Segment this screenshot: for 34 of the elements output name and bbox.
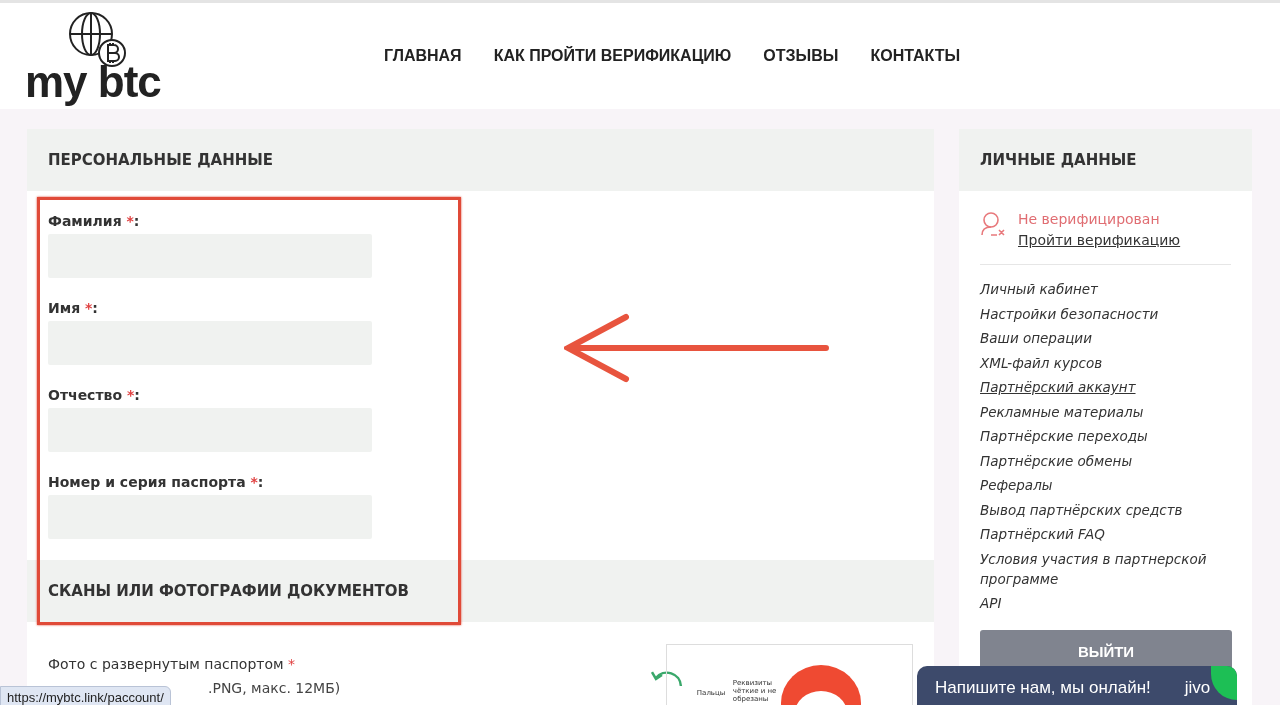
sidebar-menu-link[interactable]: Настройки безопасности: [980, 301, 1231, 326]
sidebar-menu-link[interactable]: XML-файл курсов: [980, 350, 1231, 375]
sidebar-menu-link[interactable]: Рефералы: [980, 473, 1231, 498]
sidebar-menu-link[interactable]: Партнёрский аккаунт: [980, 375, 1231, 400]
upload-hint: .PNG, макс. 12МБ): [207, 680, 342, 696]
sidebar-menu-link[interactable]: Партнёрский FAQ: [980, 522, 1231, 547]
section-title: СКАНЫ ИЛИ ФОТОГРАФИИ ДОКУМЕНТОВ: [48, 582, 410, 600]
verify-link[interactable]: Пройти верификацию: [1018, 232, 1181, 248]
field-label: Имя *:: [48, 300, 99, 316]
sidebar-menu-link[interactable]: Рекламные материалы: [980, 399, 1231, 424]
nav-link[interactable]: ОТЗЫВЫ: [763, 47, 839, 65]
sidebar-menu-link[interactable]: Партнёрские переходы: [980, 424, 1231, 449]
sidebar-menu-link[interactable]: Партнёрские обмены: [980, 448, 1231, 473]
nav-link[interactable]: ГЛАВНАЯ: [384, 47, 462, 65]
chat-brand-logo: jivo: [1184, 678, 1211, 698]
upload-label: Фото с развернутым паспортом *: [48, 656, 297, 672]
sidebar-menu-link[interactable]: Вывод партнёрских средств: [980, 497, 1231, 522]
verification-status: Не верифицирован: [1018, 211, 1161, 227]
field-label: Отчество *:: [48, 387, 141, 403]
sidebar-menu-link[interactable]: Личный кабинет: [980, 277, 1231, 302]
section-title: ЛИЧНЫЕ ДАННЫЕ: [980, 151, 1137, 169]
nav-link[interactable]: КОНТАКТЫ: [870, 47, 961, 65]
section-title: ПЕРСОНАЛЬНЫЕ ДАННЫЕ: [48, 151, 274, 169]
chat-toast[interactable]: Напишите нам, мы онлайн! jivo: [917, 666, 1237, 705]
chat-prompt: Напишите нам, мы онлайн!: [935, 678, 1151, 698]
nav-link[interactable]: КАК ПРОЙТИ ВЕРИФИКАЦИЮ: [493, 47, 732, 65]
field-label: Номер и серия паспорта *:: [48, 474, 265, 490]
sidebar-menu-link[interactable]: API: [980, 591, 1231, 616]
status-url: https://mybtc.link/paccount/: [0, 686, 171, 705]
user-cross-icon: [980, 211, 1006, 237]
sidebar-menu-link[interactable]: Ваши операции: [980, 326, 1231, 351]
field-label: Фамилия *:: [48, 213, 141, 229]
leaf-icon: [1211, 666, 1237, 700]
sidebar-menu-link[interactable]: Условия участия в партнерской программе: [980, 546, 1231, 591]
